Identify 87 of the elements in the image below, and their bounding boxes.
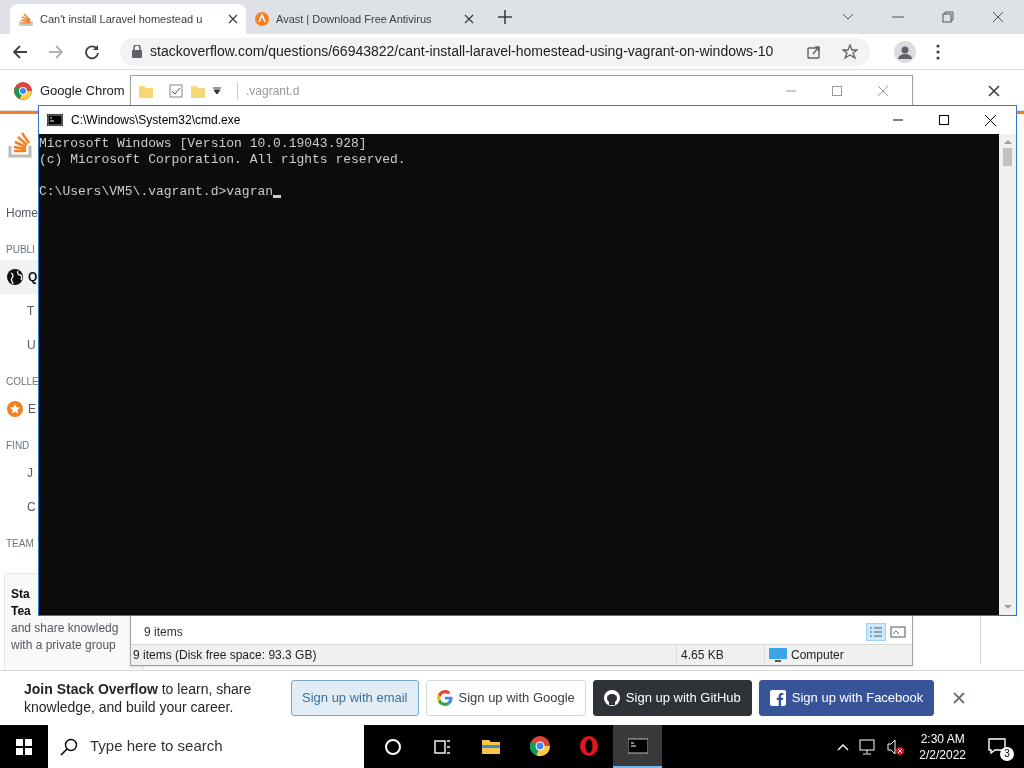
menu-icon[interactable] bbox=[936, 43, 940, 60]
card-text: with a private group bbox=[11, 637, 116, 654]
properties-icon[interactable] bbox=[169, 84, 183, 98]
close-icon bbox=[464, 14, 474, 24]
browser-tab[interactable]: Can't install Laravel homestead u bbox=[10, 4, 246, 34]
share-icon[interactable] bbox=[806, 43, 822, 60]
monitor-icon bbox=[769, 648, 787, 662]
tab-title: Avast | Download Free Antivirus bbox=[276, 11, 432, 27]
time-text: 2:30 AM bbox=[920, 730, 965, 747]
globe-icon bbox=[6, 268, 24, 286]
tiles-view-icon[interactable] bbox=[890, 625, 906, 639]
sidebar-label: Q bbox=[28, 269, 38, 286]
chrome-icon bbox=[529, 735, 550, 756]
restore-icon[interactable] bbox=[942, 11, 954, 23]
console-line: C:\Users\VM5\.vagrant.d>vagran bbox=[39, 184, 274, 200]
console-icon bbox=[627, 735, 648, 756]
location-text: Computer bbox=[791, 647, 844, 664]
lock-icon bbox=[132, 45, 142, 58]
sidebar-heading: COLLE bbox=[5, 375, 38, 389]
windows-icon[interactable] bbox=[16, 738, 32, 755]
avast-icon bbox=[254, 11, 270, 27]
console-line: Microsoft Windows [Version 10.0.19043.928] bbox=[39, 136, 367, 152]
muted-speaker-icon[interactable] bbox=[887, 738, 906, 755]
close-icon bbox=[228, 14, 238, 24]
reload-icon[interactable] bbox=[84, 43, 100, 60]
sidebar-heading: TEAM bbox=[5, 537, 35, 551]
card-title: Tea bbox=[11, 603, 31, 620]
cursor bbox=[273, 195, 282, 198]
badge-icon bbox=[6, 400, 24, 418]
close-icon[interactable] bbox=[988, 84, 1000, 97]
sidebar-link[interactable]: C bbox=[0, 490, 38, 524]
maximize-icon[interactable] bbox=[939, 115, 949, 125]
sidebar-link[interactable]: Home bbox=[0, 196, 38, 230]
search-icon bbox=[60, 737, 78, 756]
sidebar-item[interactable]: Q bbox=[0, 260, 38, 294]
network-icon[interactable] bbox=[859, 738, 878, 755]
scroll-thumb[interactable] bbox=[1003, 148, 1012, 166]
search-placeholder: Type here to search bbox=[90, 736, 223, 757]
stack-icon bbox=[18, 11, 34, 27]
window-title: .vagrant.d bbox=[237, 82, 300, 100]
join-text: Join Stack Overflow to learn, share knowledge, and build your career. bbox=[24, 680, 253, 716]
chrome-icon bbox=[14, 81, 32, 100]
signup-button[interactable]: Sign up with Google bbox=[425, 680, 586, 716]
sidebar-label: E bbox=[28, 401, 36, 418]
date-text: 2/2/2022 bbox=[919, 746, 966, 763]
opera-icon bbox=[578, 735, 599, 756]
clock[interactable]: 2:30 AM 2/2/2022 bbox=[915, 730, 970, 763]
status-text: 9 items (Disk free space: 93.3 GB) bbox=[132, 647, 318, 664]
signup-button[interactable]: Sign up with email bbox=[291, 680, 419, 716]
new-tab-icon[interactable] bbox=[498, 10, 512, 24]
signup-button[interactable]: Sign up with GitHub bbox=[592, 680, 752, 716]
card-title: Sta bbox=[11, 586, 30, 603]
infobar-text: Google Chrom bbox=[40, 81, 125, 100]
chevron-icon[interactable] bbox=[842, 13, 854, 21]
item-count: 9 items bbox=[144, 624, 183, 641]
sidebar-link[interactable]: J bbox=[0, 456, 38, 490]
sidebar-heading: PUBLI bbox=[5, 243, 36, 257]
notification-icon[interactable] bbox=[988, 737, 1006, 754]
profile-icon[interactable] bbox=[894, 40, 916, 63]
search-field[interactable]: Type here to search bbox=[48, 725, 364, 768]
taskbar-button[interactable] bbox=[613, 725, 662, 768]
signup-button[interactable]: Sign up with Facebook bbox=[758, 680, 935, 716]
address-bar[interactable]: stackoverflow.com/questions/66943822/cant-install-laravel-homestead-using-vagrant-on-windows-10 bbox=[120, 37, 870, 66]
circle-icon bbox=[382, 736, 403, 757]
url-text: stackoverflow.com/questions/66943822/cant-install-laravel-homestead-using-vagrant-on-windows-10 bbox=[150, 42, 775, 61]
scrollbar[interactable] bbox=[999, 134, 1016, 615]
tab-title: Can't install Laravel homestead u bbox=[40, 11, 203, 27]
sidebar-heading: FIND bbox=[5, 439, 31, 453]
close-icon[interactable] bbox=[985, 114, 996, 126]
google-icon bbox=[436, 690, 453, 706]
facebook-icon bbox=[769, 690, 786, 706]
github-icon bbox=[603, 690, 620, 706]
sidebar-link[interactable]: T bbox=[0, 294, 38, 328]
size-text: 4.65 KB bbox=[676, 646, 764, 664]
sidebar-item[interactable]: E bbox=[0, 392, 38, 426]
window-title: C:\Windows\System32\cmd.exe bbox=[71, 112, 241, 129]
back-icon[interactable] bbox=[12, 43, 28, 60]
sidebar-link[interactable]: U bbox=[0, 328, 38, 362]
star-icon[interactable] bbox=[842, 43, 858, 60]
folder-icon bbox=[139, 84, 153, 98]
notification-badge: 3 bbox=[1000, 746, 1014, 761]
chevron-up-icon[interactable] bbox=[837, 742, 850, 751]
browser-tab[interactable]: Avast | Download Free Antivirus bbox=[246, 4, 482, 34]
dropdown-icon[interactable] bbox=[213, 87, 221, 95]
console-icon bbox=[47, 114, 63, 126]
console-line: (c) Microsoft Corporation. All rights reserved. bbox=[39, 152, 406, 168]
card-text: and share knowledg bbox=[11, 620, 119, 637]
